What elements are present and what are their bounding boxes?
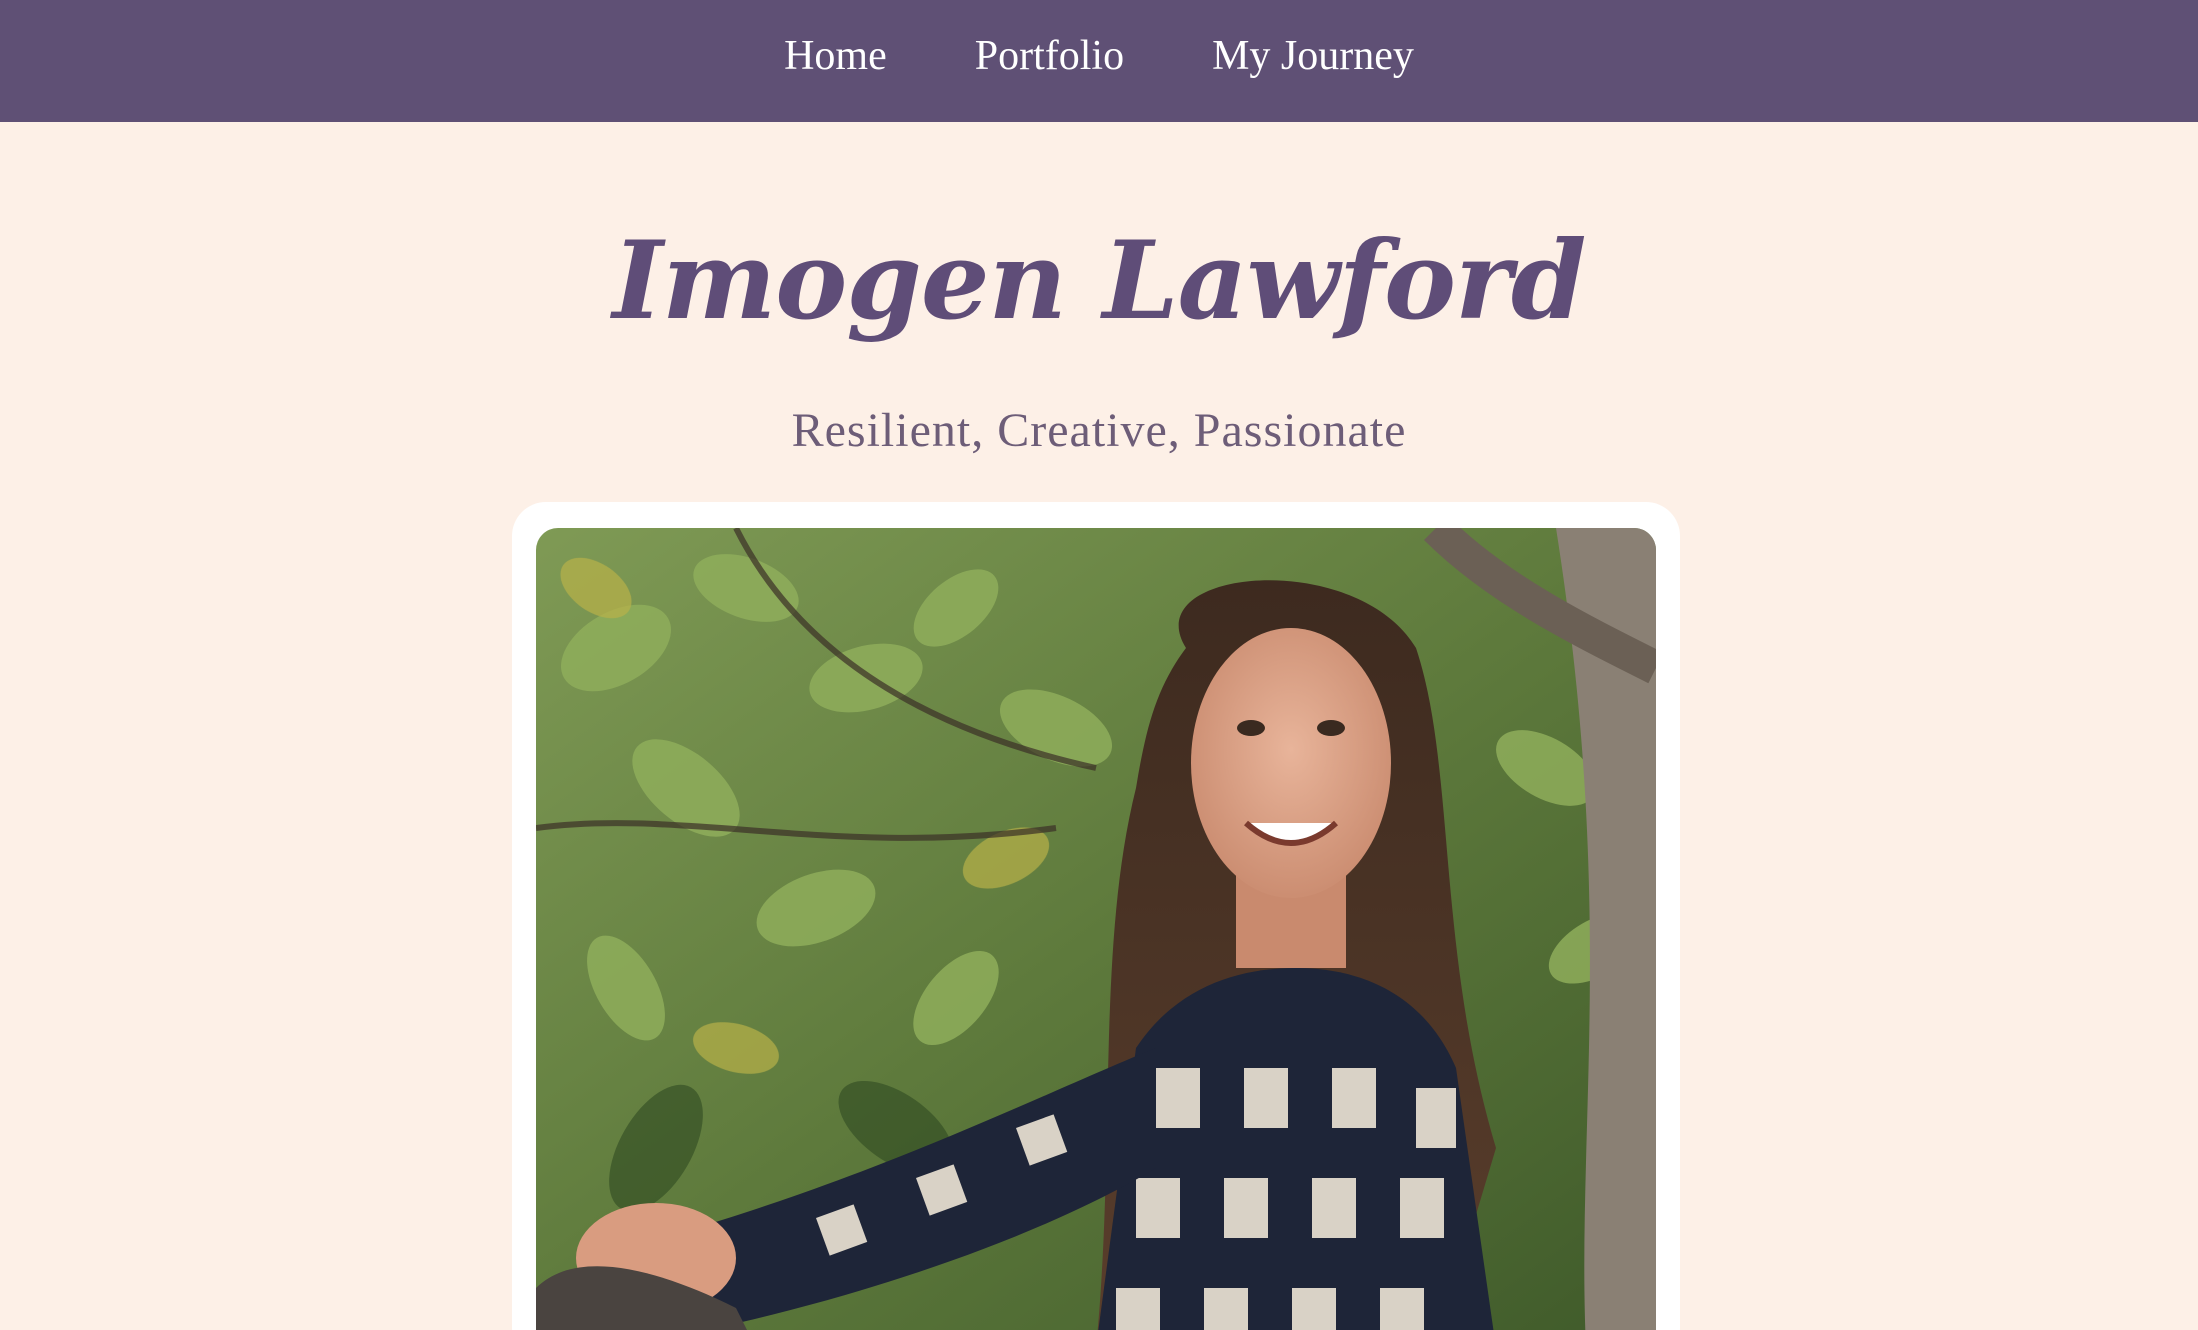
profile-photo (536, 528, 1656, 1330)
nav-link-home[interactable]: Home (784, 35, 887, 77)
nav-link-portfolio[interactable]: Portfolio (975, 35, 1124, 77)
page-title: Imogen Lawford (612, 218, 1587, 344)
profile-photo-frame (512, 502, 1680, 1330)
nav-link-my-journey[interactable]: My Journey (1212, 35, 1414, 77)
tagline: Resilient, Creative, Passionate (791, 404, 1407, 457)
top-nav: Home Portfolio My Journey (0, 0, 2198, 122)
